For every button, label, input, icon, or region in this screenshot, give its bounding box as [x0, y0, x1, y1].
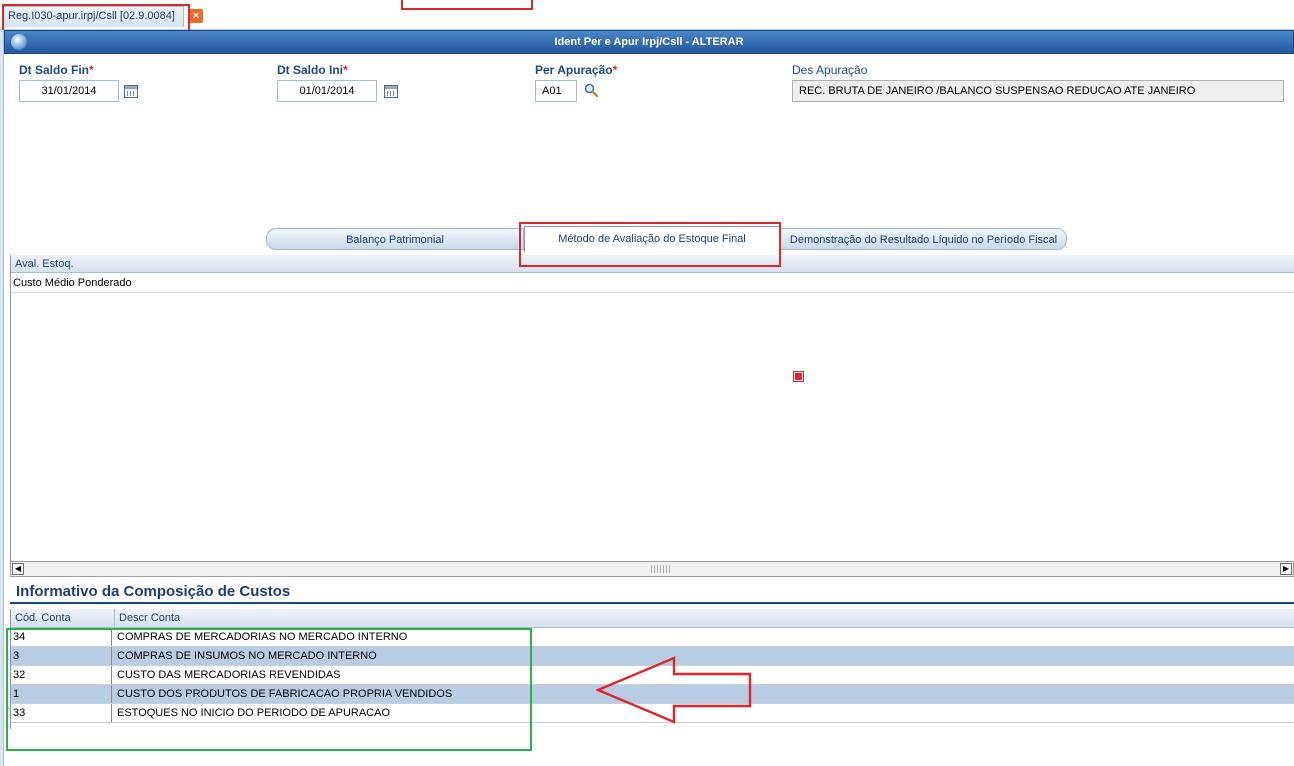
annotation-box-tab-metodo	[519, 222, 781, 267]
des-apuracao-label: Des Apuração	[792, 63, 868, 77]
window-title: Ident Per e Apur Irpj/Csll - ALTERAR	[554, 36, 744, 48]
annotation-box-custos	[6, 628, 532, 751]
horizontal-scrollbar[interactable]: ◀ ▶	[10, 561, 1294, 577]
arrow-annotation-icon	[596, 656, 752, 724]
dt-saldo-ini-label: Dt Saldo Ini*	[277, 63, 348, 77]
tab-demonstracao-resultado[interactable]: Demonstração do Resultado Líquido no Per…	[780, 228, 1067, 250]
calendar-icon[interactable]	[384, 85, 398, 98]
close-icon[interactable]: ×	[189, 9, 203, 23]
dt-saldo-fin-input[interactable]: 31/01/2014	[19, 80, 119, 102]
dt-saldo-ini-input[interactable]: 01/01/2014	[277, 80, 377, 102]
search-icon[interactable]	[584, 83, 598, 97]
tab-balanco-patrimonial[interactable]: Balanço Patrimonial	[266, 228, 524, 250]
scroll-grip-icon[interactable]	[651, 565, 671, 573]
per-apuracao-input[interactable]: A01	[535, 80, 577, 102]
section-title: Informativo da Composição de Custos	[16, 583, 291, 600]
annotation-box-top	[401, 0, 533, 10]
column-header-cod-conta[interactable]: Cód. Conta	[11, 609, 115, 628]
estoque-grid: Aval. Estoq. Custo Médio Ponderado	[10, 255, 1294, 577]
section-divider	[10, 602, 1294, 604]
window-title-bar: Ident Per e Apur Irpj/Csll - ALTERAR	[4, 30, 1294, 54]
column-header-descr-conta[interactable]: Descr Conta	[115, 609, 1294, 628]
scroll-right-icon[interactable]: ▶	[1280, 563, 1292, 575]
calendar-icon[interactable]	[124, 85, 138, 98]
annotation-marker	[794, 372, 803, 381]
scroll-left-icon[interactable]: ◀	[12, 563, 24, 575]
table-row[interactable]: Custo Médio Ponderado	[11, 273, 1294, 293]
dt-saldo-fin-label: Dt Saldo Fin*	[19, 63, 94, 77]
des-apuracao-field: REC. BRUTA DE JANEIRO /BALANCO SUSPENSAO…	[792, 80, 1284, 102]
window-left-edge	[0, 30, 4, 766]
per-apuracao-label: Per Apuração*	[535, 63, 618, 77]
